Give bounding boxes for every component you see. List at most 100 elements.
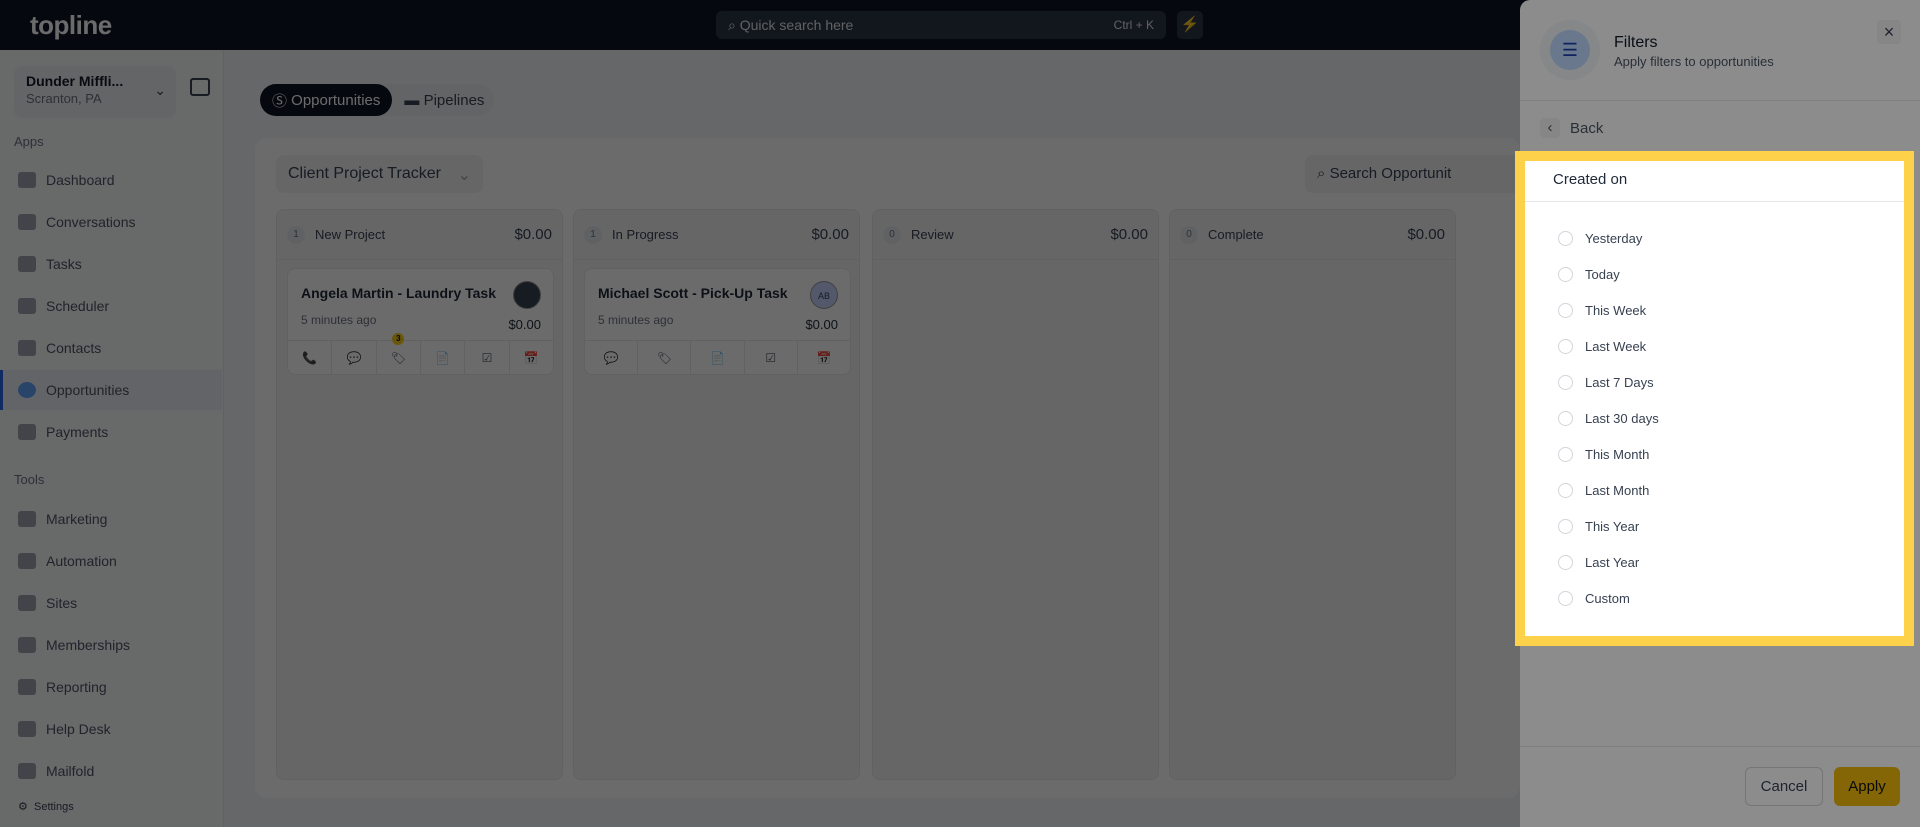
- option-label: Last Month: [1585, 483, 1650, 498]
- sidebar-item-payments[interactable]: Payments: [0, 412, 222, 452]
- column-new-project: 1 New Project $0.00 Angela Martin - Laundry…: [276, 209, 563, 780]
- option-label: Last Week: [1585, 339, 1647, 354]
- created-on-filter: Created on Yesterday Today This Week Last W…: [1515, 151, 1914, 646]
- close-icon[interactable]: ×: [1877, 20, 1901, 44]
- column-name: New Project: [315, 227, 386, 242]
- option-last-week[interactable]: Last Week: [1558, 339, 1646, 354]
- radio-button[interactable]: [1558, 447, 1573, 462]
- radio-button[interactable]: [1558, 483, 1573, 498]
- option-this-year[interactable]: This Year: [1558, 519, 1639, 534]
- option-today[interactable]: Today: [1558, 267, 1620, 282]
- sidebar-item-mailfold[interactable]: Mailfold: [0, 751, 222, 791]
- column-count: 1: [584, 225, 602, 244]
- location-switcher[interactable]: Dunder Miffli... Scranton, PA ⌄: [14, 66, 176, 118]
- radio-button[interactable]: [1558, 411, 1573, 426]
- option-last-30-days[interactable]: Last 30 days: [1558, 411, 1659, 426]
- sidebar-item-scheduler[interactable]: Scheduler: [0, 286, 222, 326]
- radio-button[interactable]: [1558, 339, 1573, 354]
- sidebar-item-settings[interactable]: ⚙ Settings: [18, 800, 74, 814]
- radio-button[interactable]: [1558, 267, 1573, 282]
- sidebar-item-dashboard[interactable]: Dashboard: [0, 160, 222, 200]
- option-last-month[interactable]: Last Month: [1558, 483, 1649, 498]
- radio-button[interactable]: [1558, 519, 1573, 534]
- tab-opportunities[interactable]: Ⓢ Opportunities: [260, 84, 393, 116]
- card-title[interactable]: Michael Scott - Pick-Up Task: [598, 285, 788, 301]
- radio-button[interactable]: [1558, 591, 1573, 606]
- pipeline-select[interactable]: Client Project Tracker ⌄: [276, 155, 483, 193]
- sidebar-item-marketing[interactable]: Marketing: [0, 499, 222, 539]
- sidebar-item-label: Memberships: [46, 637, 131, 653]
- note-icon[interactable]: 📄: [421, 341, 466, 374]
- sidebar-item-opportunities[interactable]: Opportunities: [0, 370, 222, 410]
- sidebar-item-help-desk[interactable]: Help Desk: [0, 709, 222, 749]
- card-actions: 📞 💬 🏷 3 📄 ☑ 📅: [288, 333, 553, 374]
- task-icon[interactable]: ☑: [745, 341, 798, 374]
- sidebar-item-label: Conversations: [46, 214, 136, 230]
- gear-icon: ⚙: [18, 801, 34, 813]
- sidebar-item-label: Sites: [46, 595, 78, 611]
- radio-button[interactable]: [1558, 303, 1573, 318]
- column-header: 1 In Progress $0.00: [574, 210, 859, 260]
- radio-button[interactable]: [1558, 375, 1573, 390]
- search-icon: ⌕: [728, 16, 740, 33]
- sidebar-item-conversations[interactable]: Conversations: [0, 202, 222, 242]
- marketing-icon: [18, 511, 36, 527]
- sidebar-item-tasks[interactable]: Tasks: [0, 244, 222, 284]
- apply-button[interactable]: Apply: [1834, 767, 1900, 806]
- cancel-button[interactable]: Cancel: [1745, 767, 1823, 806]
- column-name: Complete: [1208, 227, 1264, 242]
- radio-button[interactable]: [1558, 231, 1573, 246]
- payments-icon: [18, 424, 36, 440]
- tab-pipelines[interactable]: ▬ Pipelines: [392, 84, 496, 116]
- sidebar-collapse-icon[interactable]: [190, 78, 210, 96]
- card-time: 5 minutes ago: [301, 313, 377, 327]
- option-this-week[interactable]: This Week: [1558, 303, 1646, 318]
- column-in-progress: 1 In Progress $0.00 Michael Scott - Pick-Up…: [573, 209, 860, 780]
- sidebar-item-label: Dashboard: [46, 172, 115, 188]
- sidebar-item-sites[interactable]: Sites: [0, 583, 222, 623]
- note-icon[interactable]: 📄: [691, 341, 745, 374]
- column-review: 0 Review $0.00: [872, 209, 1159, 780]
- appointment-icon[interactable]: 📅: [510, 341, 553, 374]
- section-title: Created on: [1553, 171, 1628, 188]
- location-city: Scranton, PA: [26, 91, 102, 106]
- option-custom[interactable]: Custom: [1558, 591, 1630, 606]
- option-yesterday[interactable]: Yesterday: [1558, 231, 1642, 246]
- search-icon: ⌕: [1317, 165, 1330, 182]
- option-this-month[interactable]: This Month: [1558, 447, 1649, 462]
- column-amount: $0.00: [1110, 226, 1148, 243]
- opportunity-search[interactable]: ⌕ Search Opportunit: [1305, 155, 1520, 193]
- tag-icon[interactable]: 🏷 3: [377, 333, 421, 374]
- opportunity-card[interactable]: Michael Scott - Pick-Up Task 5 minutes ag…: [584, 268, 851, 375]
- radio-button[interactable]: [1558, 555, 1573, 570]
- option-last-7-days[interactable]: Last 7 Days: [1558, 375, 1654, 390]
- column-amount: $0.00: [514, 226, 552, 243]
- opportunity-card[interactable]: Angela Martin - Laundry Task 5 minutes ag…: [287, 268, 554, 375]
- dollar-icon: Ⓢ: [272, 92, 292, 110]
- sidebar-item-automation[interactable]: Automation: [0, 541, 222, 581]
- sidebar-item-contacts[interactable]: Contacts: [0, 328, 222, 368]
- message-icon[interactable]: 💬: [585, 341, 639, 374]
- sidebar-item-label: Automation: [46, 553, 117, 569]
- back-button[interactable]: ‹ Back: [1540, 118, 1603, 138]
- call-icon[interactable]: 📞: [288, 341, 333, 374]
- sidebar-item-reporting[interactable]: Reporting: [0, 667, 222, 707]
- option-last-year[interactable]: Last Year: [1558, 555, 1639, 570]
- quick-search[interactable]: ⌕ Quick search here Ctrl + K: [716, 11, 1166, 39]
- appointment-icon[interactable]: 📅: [798, 341, 850, 374]
- back-label: Back: [1570, 119, 1604, 137]
- sidebar-item-memberships[interactable]: Memberships: [0, 625, 222, 665]
- card-title[interactable]: Angela Martin - Laundry Task: [301, 285, 496, 301]
- search-placeholder: Quick search here: [739, 17, 854, 33]
- column-name: Review: [911, 227, 954, 242]
- opportunities-icon: [18, 382, 36, 398]
- automation-icon: [18, 553, 36, 569]
- task-icon[interactable]: ☑: [465, 341, 510, 374]
- column-amount: $0.00: [811, 226, 849, 243]
- tag-icon[interactable]: 🏷: [638, 341, 692, 374]
- bolt-icon[interactable]: ⚡: [1177, 11, 1203, 39]
- sidebar-item-label: Scheduler: [46, 298, 110, 314]
- message-icon[interactable]: 💬: [332, 341, 377, 374]
- tag-count-badge: 3: [392, 333, 405, 345]
- sidebar-item-label: Opportunities: [46, 382, 130, 398]
